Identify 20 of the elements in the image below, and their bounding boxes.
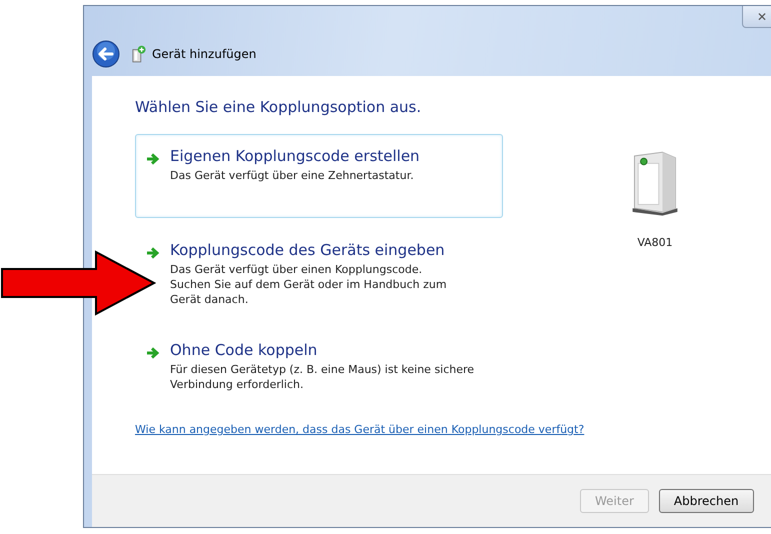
- arrow-icon: [146, 153, 160, 165]
- pairing-option[interactable]: Ohne Code koppeln Für diesen Gerätetyp (z. B. eine Maus) ist keine sichere Verbindung erforderlich.: [135, 328, 503, 403]
- dialog-button[interactable]: Abbrechen: [658, 489, 754, 513]
- arrow-icon: [146, 347, 160, 359]
- option-description: Für diesen Gerätetyp (z. B. eine Maus) ist keine sichere Verbindung erforderlich.: [170, 362, 474, 392]
- pairing-option[interactable]: Eigenen Kopplungscode erstellen Das Gerät verfügt über eine Zehnertastatur.: [135, 134, 503, 218]
- page-heading: Wählen Sie eine Kopplungsoption aus.: [135, 98, 422, 116]
- pairing-option[interactable]: Kopplungscode des Geräts eingeben Das Gerät verfügt über einen Kopplungscode. Suchen Sie auf dem Gerät oder im Handbuch zum Gerät danach.: [135, 228, 503, 318]
- option-description: Das Gerät verfügt über eine Zehnertastatur.: [170, 168, 415, 183]
- option-title: Eigenen Kopplungscode erstellen: [170, 147, 420, 165]
- option-description: Das Gerät verfügt über einen Kopplungscode. Suchen Sie auf dem Gerät oder im Handbuch zum Gerät danach.: [170, 262, 447, 307]
- option-title: Kopplungscode des Geräts eingeben: [170, 241, 446, 259]
- close-button[interactable]: ✕: [742, 6, 771, 28]
- window-title: Gerät hinzufügen: [152, 47, 256, 61]
- device-name: VA801: [637, 236, 673, 249]
- device-add-icon: [132, 45, 146, 63]
- help-link[interactable]: Wie kann angegeben werden, dass das Gerät über einen Kopplungscode verfügt?: [135, 423, 584, 436]
- arrow-icon: [146, 247, 160, 259]
- back-button[interactable]: [92, 40, 120, 68]
- option-title: Ohne Code koppeln: [170, 341, 318, 359]
